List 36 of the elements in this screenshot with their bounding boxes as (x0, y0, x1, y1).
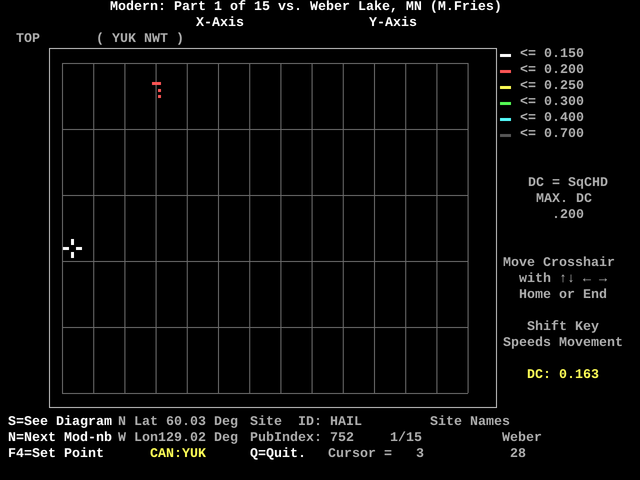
status-text: Weber (502, 431, 542, 447)
measure-text: MAX. DC (536, 192, 592, 208)
status-text: Site Names (430, 415, 510, 431)
data-point-marker (152, 82, 161, 98)
status-text: Cursor = 3 (328, 447, 424, 463)
dc-value: DC: 0.163 (527, 368, 599, 384)
command-hint: F4=Set Point (8, 447, 104, 463)
status-text: PubIndex: 752 (250, 431, 354, 447)
measure-text: .200 (552, 208, 584, 224)
crosshair-icon (63, 239, 82, 258)
status-text: W Lon129.02 Deg (118, 431, 238, 447)
help-text: with ↑↓ ← → (519, 272, 607, 288)
legend-label: <= 0.200 (520, 63, 584, 79)
help-text: Speeds Movement (503, 336, 623, 352)
region-label: ( YUK NWT ) (96, 32, 184, 48)
status-text: CAN:YUK (150, 447, 206, 463)
legend-label: <= 0.150 (520, 47, 584, 63)
axis-label: X-Axis (196, 16, 244, 32)
legend-label: <= 0.300 (520, 95, 584, 111)
view-label: TOP (16, 32, 40, 48)
legend-label: <= 0.250 (520, 79, 584, 95)
help-text: Move Crosshair (503, 256, 615, 272)
legend-label: <= 0.700 (520, 127, 584, 143)
help-text: Shift Key (527, 320, 599, 336)
status-text: N Lat 60.03 Deg (118, 415, 238, 431)
measure-text: DC = SqCHD (528, 176, 608, 192)
command-hint: N=Next Mod-nb (8, 431, 112, 447)
command-hint: S=See Diagram (8, 415, 112, 431)
command-hint: Q=Quit. (250, 447, 306, 463)
legend-label: <= 0.400 (520, 111, 584, 127)
axis-label: Y-Axis (369, 16, 417, 32)
help-text: Home or End (519, 288, 607, 304)
window-title: Modern: Part 1 of 15 vs. Weber Lake, MN (M.Fries) (110, 0, 502, 16)
status-text: Site ID: HAIL (250, 415, 362, 431)
status-text: 1/15 (390, 431, 422, 447)
status-text: 28 (510, 447, 526, 463)
